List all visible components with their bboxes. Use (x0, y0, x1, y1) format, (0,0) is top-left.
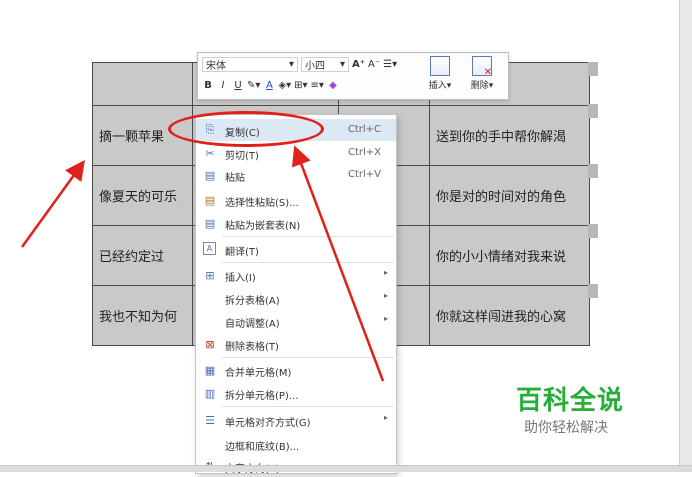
watermark-title: 百科全说 (516, 386, 625, 416)
watermark-subtitle: 助你轻松解决 (524, 420, 608, 436)
annotation-arrow-right (291, 145, 385, 382)
annotation-arrow-left (20, 159, 85, 248)
window-bottom-edge (0, 465, 692, 472)
